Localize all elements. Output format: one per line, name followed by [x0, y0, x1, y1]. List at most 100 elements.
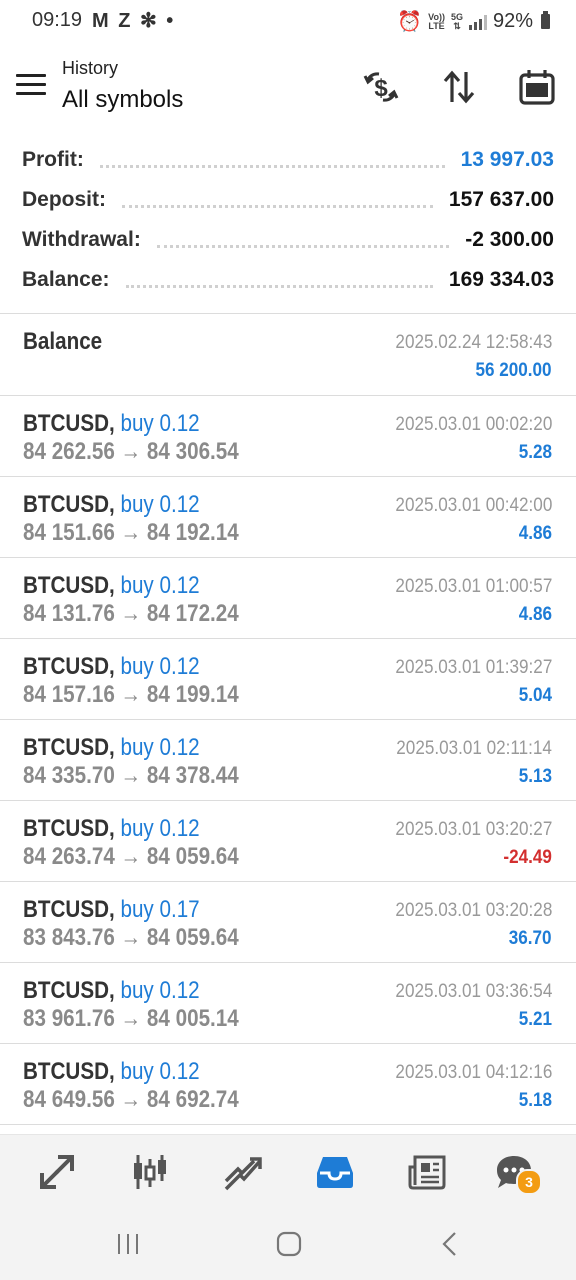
- calendar-icon: [519, 70, 555, 105]
- nav-quotes[interactable]: [32, 1149, 82, 1195]
- header-subtitle: History: [62, 58, 119, 78]
- deal-side: buy 0.12: [120, 734, 200, 761]
- nav-trade[interactable]: [218, 1149, 268, 1195]
- deposit-filter-button[interactable]: $: [358, 64, 404, 110]
- deal-profit: 5.18: [518, 1090, 552, 1111]
- messages-badge: 3: [516, 1169, 542, 1195]
- deal-time: 2025.03.01 00:02:20: [395, 414, 552, 435]
- list-item[interactable]: BTCUSD, buy 0.12 83 961.76 → 84 005.14 2…: [0, 963, 576, 1044]
- deposit-label: Deposit:: [22, 188, 106, 211]
- status-bar: 09:19 M Z ✻ • ⏰ Vo)) LTE 5G ⇅ 92%: [0, 0, 576, 44]
- volte-icon: Vo)) LTE: [428, 11, 445, 31]
- withdrawal-value: -2 300.00: [465, 228, 554, 251]
- history-icon: [317, 1157, 353, 1188]
- deal-time: 2025.03.01 04:12:16: [395, 1062, 552, 1083]
- deal-time: 2025.03.01 01:00:57: [395, 576, 552, 597]
- deal-side: buy 0.12: [120, 653, 200, 680]
- summary-profit: Profit: 13 997.03: [22, 140, 554, 180]
- home-icon: [276, 1231, 302, 1257]
- bottom-navigation: 3: [0, 1134, 576, 1209]
- back-button[interactable]: [425, 1226, 475, 1262]
- battery-icon: [541, 11, 550, 29]
- deal-symbol: BTCUSD,: [23, 410, 115, 437]
- deal-time: 2025.03.01 03:20:27: [395, 819, 552, 840]
- history-summary: Profit: 13 997.03 Deposit: 157 637.00 Wi…: [22, 140, 554, 300]
- deal-prices: 83 843.76 → 84 059.64: [23, 924, 239, 951]
- status-right: ⏰ Vo)) LTE 5G ⇅ 92%: [397, 9, 550, 34]
- deal-prices: 84 157.16 → 84 199.14: [23, 681, 239, 708]
- balance-value: 169 334.03: [448, 268, 554, 291]
- deal-symbol: BTCUSD,: [23, 977, 115, 1004]
- dollar-exchange-icon: $: [363, 72, 399, 102]
- deal-prices: 83 961.76 → 84 005.14: [23, 1005, 239, 1032]
- menu-button[interactable]: [16, 74, 46, 98]
- deal-side: buy 0.12: [120, 1058, 200, 1085]
- dotted-leader: [125, 281, 433, 288]
- deal-symbol: BTCUSD,: [23, 734, 115, 761]
- deal-time: 2025.03.01 00:42:00: [395, 495, 552, 516]
- recent-apps-button[interactable]: [103, 1226, 153, 1262]
- deal-profit: 5.13: [518, 766, 552, 787]
- signal-icon: [468, 14, 487, 30]
- app-header: History All symbols $: [0, 50, 576, 130]
- back-icon: [442, 1232, 456, 1256]
- nav-news[interactable]: [402, 1149, 452, 1195]
- summary-balance: Balance: 169 334.03: [22, 260, 554, 300]
- deal-profit: 5.21: [518, 1009, 552, 1030]
- status-time: 09:19: [32, 9, 83, 31]
- deal-symbol: BTCUSD,: [23, 491, 115, 518]
- deal-symbol: BTCUSD,: [23, 896, 115, 923]
- deal-prices: 84 131.76 → 84 172.24: [23, 600, 239, 627]
- network-5g-icon: 5G ⇅: [450, 11, 463, 31]
- list-item[interactable]: BTCUSD, buy 0.12 84 335.70 → 84 378.44 2…: [0, 720, 576, 801]
- list-item[interactable]: BTCUSD, buy 0.12 84 131.76 → 84 172.24 2…: [0, 558, 576, 639]
- nav-history[interactable]: [310, 1149, 360, 1195]
- deal-time: 2025.03.01 01:39:27: [395, 657, 552, 678]
- deal-time: 2025.03.01 03:36:54: [395, 981, 552, 1002]
- alarm-icon: ⏰: [397, 11, 423, 33]
- list-item[interactable]: BTCUSD, buy 0.12 84 157.16 → 84 199.14 2…: [0, 639, 576, 720]
- deal-profit: 36.70: [509, 928, 552, 949]
- withdrawal-label: Withdrawal:: [22, 228, 141, 251]
- deal-prices: 84 263.74 → 84 059.64: [23, 843, 239, 870]
- nav-messages[interactable]: 3: [486, 1149, 542, 1195]
- list-item[interactable]: BTCUSD, buy 0.12 84 262.56 → 84 306.54 2…: [0, 396, 576, 477]
- list-item[interactable]: BTCUSD, buy 0.12 84 151.66 → 84 192.14 2…: [0, 477, 576, 558]
- deal-symbol: BTCUSD,: [23, 572, 115, 599]
- period-button[interactable]: [514, 64, 560, 110]
- dotted-leader: [156, 241, 450, 248]
- nav-chart[interactable]: [125, 1149, 175, 1195]
- list-item-balance[interactable]: Balance 2025.02.24 12:58:43 56 200.00: [0, 314, 576, 396]
- deal-prices: 84 649.56 → 84 692.74: [23, 1086, 239, 1113]
- list-item[interactable]: BTCUSD, buy 0.12 84 263.74 → 84 059.64 2…: [0, 801, 576, 882]
- deal-prices: 84 151.66 → 84 192.14: [23, 519, 239, 546]
- deal-symbol: BTCUSD,: [23, 653, 115, 680]
- deal-side: buy 0.12: [120, 491, 200, 518]
- deal-time: 2025.03.01 02:11:14: [396, 738, 552, 759]
- deal-profit: 4.86: [518, 523, 552, 544]
- deal-side: buy 0.12: [120, 410, 200, 437]
- balance-label: Balance:: [22, 268, 110, 291]
- battery-percent: 92%: [492, 10, 533, 32]
- deal-profit: -24.49: [503, 847, 552, 868]
- summary-withdrawal: Withdrawal: -2 300.00: [22, 220, 554, 260]
- balance-op-label: Balance: [23, 328, 103, 355]
- deal-side: buy 0.12: [120, 815, 200, 842]
- deposit-value: 157 637.00: [448, 188, 554, 211]
- deal-prices: 84 262.56 → 84 306.54: [23, 438, 239, 465]
- sort-button[interactable]: [436, 64, 482, 110]
- page-title[interactable]: All symbols: [62, 86, 183, 114]
- chart-icon: [134, 1155, 166, 1189]
- deal-symbol: BTCUSD,: [23, 815, 115, 842]
- deal-time: 2025.02.24 12:58:43: [395, 332, 552, 353]
- home-button[interactable]: [264, 1226, 314, 1262]
- list-item[interactable]: BTCUSD, buy 0.12 84 649.56 → 84 692.74 2…: [0, 1044, 576, 1125]
- deal-symbol: BTCUSD,: [23, 1058, 115, 1085]
- news-icon: [408, 1155, 446, 1190]
- deal-profit: 5.04: [518, 685, 552, 706]
- list-item[interactable]: BTCUSD, buy 0.17 83 843.76 → 84 059.64 2…: [0, 882, 576, 963]
- dotted-leader: [122, 201, 433, 208]
- profit-value: 13 997.03: [460, 148, 554, 171]
- sort-icon: [443, 70, 475, 104]
- summary-deposit: Deposit: 157 637.00: [22, 180, 554, 220]
